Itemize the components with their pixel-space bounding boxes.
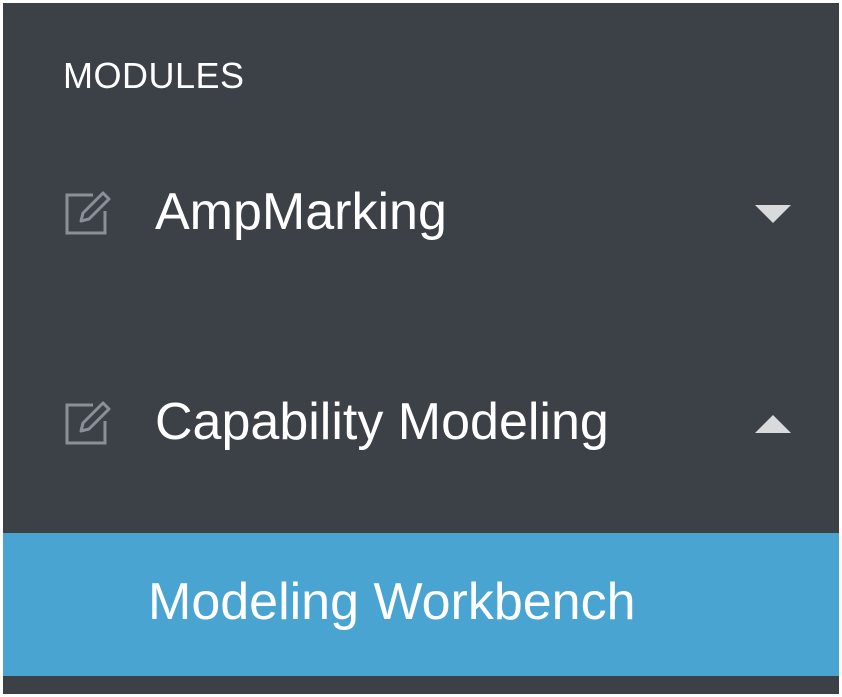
- module-item-ampmarking[interactable]: AmpMarking: [3, 167, 839, 257]
- edit-icon: [65, 191, 111, 235]
- edit-icon: [65, 401, 111, 445]
- caret-up-icon[interactable]: [755, 413, 791, 435]
- subitem-label: Modeling Workbench: [148, 573, 636, 631]
- subitem-modeling-workbench[interactable]: Modeling Workbench: [3, 533, 839, 676]
- caret-down-icon[interactable]: [755, 203, 791, 225]
- section-title: MODULES: [63, 55, 245, 96]
- sidebar-bottom-strip: [3, 676, 839, 694]
- module-label: AmpMarking: [155, 183, 447, 241]
- module-label: Capability Modeling: [155, 393, 609, 451]
- sidebar: MODULES AmpMarking Capability Modeling M…: [3, 3, 839, 694]
- module-item-capability-modeling[interactable]: Capability Modeling: [3, 377, 839, 467]
